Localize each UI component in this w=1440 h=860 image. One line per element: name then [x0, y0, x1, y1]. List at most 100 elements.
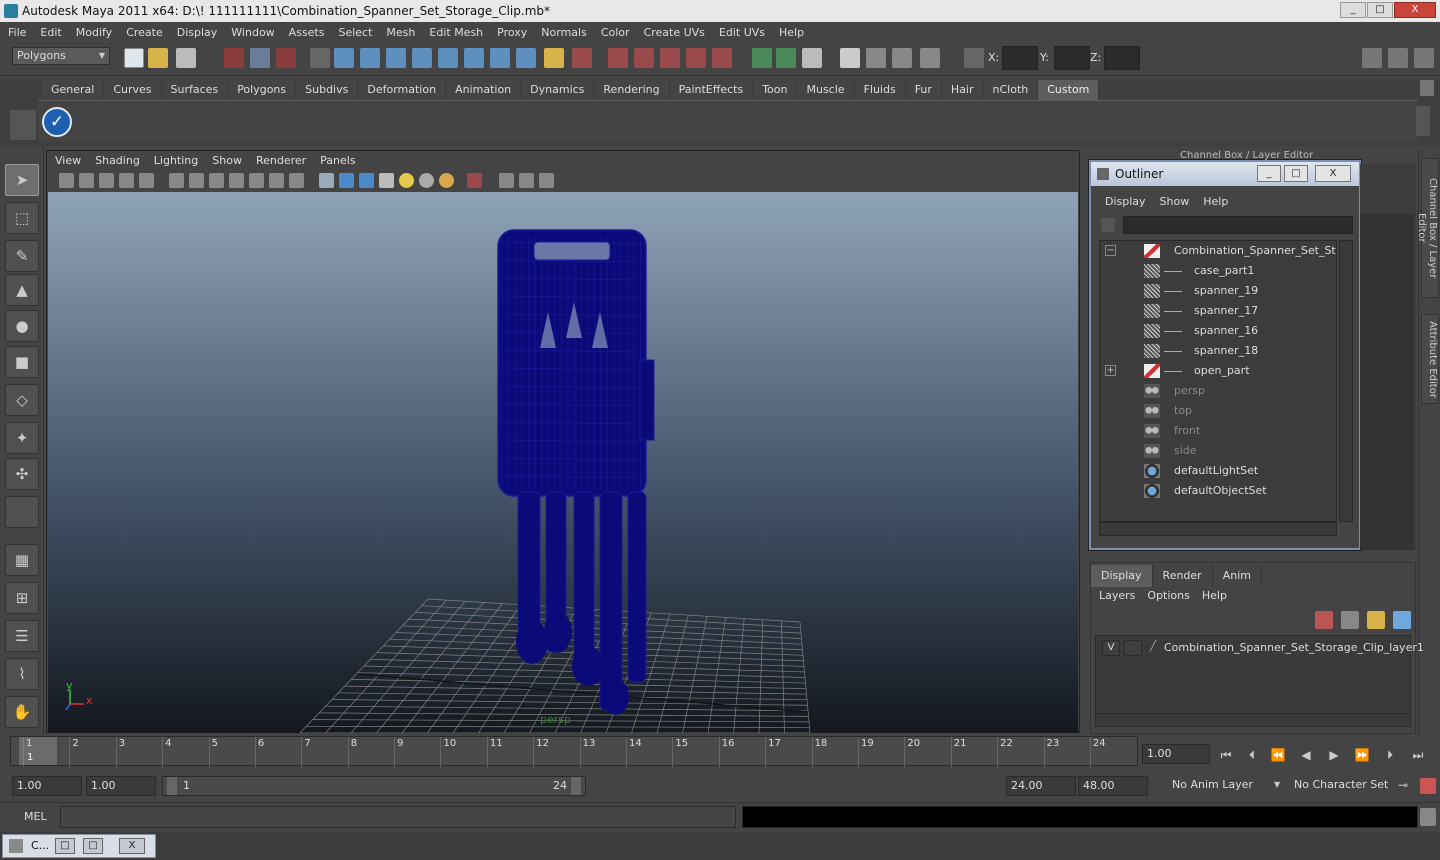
outliner-item[interactable]: side	[1100, 441, 1336, 461]
snap-point-icon[interactable]	[660, 48, 680, 68]
shelf-tab-deformation[interactable]: Deformation	[358, 80, 447, 100]
lock-selection-icon[interactable]	[544, 48, 564, 68]
safe-title-icon[interactable]	[289, 173, 304, 188]
mel-label[interactable]: MEL	[24, 810, 47, 823]
move-layer-down-icon[interactable]	[1341, 611, 1359, 629]
layer-playback-toggle[interactable]	[1124, 640, 1142, 656]
panel-menu-shading[interactable]: Shading	[95, 153, 140, 169]
perspective-viewport[interactable]: View Shading Lighting Show Renderer Pane…	[46, 150, 1080, 733]
scale-tool-icon[interactable]: ■	[5, 346, 39, 378]
pick-mask-icon[interactable]	[310, 48, 330, 68]
tab-attribute-editor[interactable]: Attribute Editor	[1421, 314, 1439, 404]
transform-mode-icon[interactable]	[964, 48, 984, 68]
step-forward-key-icon[interactable]: ⏩	[1352, 746, 1372, 764]
z-field[interactable]	[1104, 46, 1140, 70]
select-joints-icon[interactable]	[360, 48, 380, 68]
input-ops-icon[interactable]	[752, 48, 772, 68]
save-scene-icon[interactable]	[176, 48, 196, 68]
show-attribute-editor-icon[interactable]	[1362, 48, 1382, 68]
step-back-key-icon[interactable]: ⏪	[1268, 746, 1288, 764]
render-view-icon[interactable]	[840, 48, 860, 68]
scene-canvas[interactable]: x y persp	[48, 192, 1078, 733]
minimized-close-button[interactable]: X	[119, 838, 145, 854]
shelf-tab-painteffects[interactable]: PaintEffects	[669, 80, 754, 100]
wireframe-on-shaded-icon[interactable]	[359, 173, 374, 188]
menu-file[interactable]: File	[8, 26, 26, 39]
textured-icon[interactable]	[379, 173, 394, 188]
camera-select-icon[interactable]	[59, 173, 74, 188]
xray-icon[interactable]	[499, 173, 514, 188]
select-handles-icon[interactable]	[334, 48, 354, 68]
select-tool-icon[interactable]: ➤	[5, 164, 39, 196]
animation-end-field[interactable]: 48.00	[1078, 776, 1148, 796]
outliner-vertical-scrollbar[interactable]	[1339, 240, 1353, 522]
grid-toggle-icon[interactable]	[169, 173, 184, 188]
filter-icon[interactable]	[1101, 218, 1115, 232]
select-component-icon[interactable]	[276, 48, 296, 68]
menu-edit-uvs[interactable]: Edit UVs	[719, 26, 765, 39]
select-dynamics-icon[interactable]	[464, 48, 484, 68]
shelf-menu-icon[interactable]	[10, 110, 36, 140]
shelf-tab-curves[interactable]: Curves	[104, 80, 162, 100]
output-ops-icon[interactable]	[776, 48, 796, 68]
minimized-restore-button[interactable]: □	[55, 838, 75, 854]
menu-select[interactable]: Select	[338, 26, 372, 39]
shelf-tab-fur[interactable]: Fur	[905, 80, 942, 100]
manipulator-tool-icon[interactable]: ◇	[5, 384, 39, 416]
layer-row[interactable]: V ╱ Combination_Spanner_Set_Storage_Clip…	[1096, 638, 1424, 658]
four-pane-layout-icon[interactable]: ⊞	[5, 582, 39, 614]
isolate-select-icon[interactable]	[467, 173, 482, 188]
outliner-item[interactable]: spanner_17	[1100, 301, 1336, 321]
maximize-button[interactable]: □	[1367, 2, 1393, 18]
outliner-item[interactable]: defaultObjectSet	[1100, 481, 1336, 501]
range-end-handle[interactable]	[571, 777, 581, 795]
anim-layer-dropdown[interactable]: No Anim Layer	[1168, 776, 1270, 796]
outliner-item[interactable]: persp	[1100, 381, 1336, 401]
range-slider[interactable]: 1 24	[162, 776, 586, 796]
new-scene-icon[interactable]	[124, 48, 144, 68]
tab-channel-box[interactable]: Channel Box / Layer Editor	[1416, 158, 1439, 298]
spanner-set-wireframe-model[interactable]	[497, 229, 655, 715]
smooth-shade-icon[interactable]	[339, 173, 354, 188]
outliner-horizontal-scrollbar[interactable]	[1099, 522, 1337, 536]
script-editor-icon[interactable]	[1420, 808, 1436, 826]
minimize-button[interactable]: _	[1340, 2, 1366, 18]
menu-edit[interactable]: Edit	[40, 26, 61, 39]
layer-tab-display[interactable]: Display	[1091, 565, 1153, 587]
step-back-frame-icon[interactable]: ⏴	[1242, 746, 1262, 764]
outliner-item[interactable]: defaultLightSet	[1100, 461, 1336, 481]
layer-color-icon[interactable]: ╱	[1146, 640, 1160, 656]
auto-key-icon[interactable]	[1420, 778, 1436, 794]
menu-create-uvs[interactable]: Create UVs	[644, 26, 705, 39]
lasso-tool-icon[interactable]: ⬚	[5, 202, 39, 234]
last-tool-icon[interactable]	[5, 496, 39, 528]
rotate-tool-icon[interactable]: ●	[5, 310, 39, 342]
film-gate-icon[interactable]	[189, 173, 204, 188]
shelf-scroll-icon[interactable]	[1416, 106, 1430, 136]
menu-normals[interactable]: Normals	[541, 26, 587, 39]
minimized-maximize-button[interactable]: □	[83, 838, 103, 854]
make-live-icon[interactable]	[712, 48, 732, 68]
gate-mask-icon[interactable]	[229, 173, 244, 188]
shelf-tab-toon[interactable]: Toon	[753, 80, 798, 100]
outliner-menu-show[interactable]: Show	[1160, 195, 1190, 208]
shelf-tab-muscle[interactable]: Muscle	[797, 80, 855, 100]
single-pane-layout-icon[interactable]: ▦	[5, 544, 39, 576]
playback-start-field[interactable]: 1.00	[86, 776, 156, 796]
paint-select-tool-icon[interactable]: ✎	[5, 240, 39, 272]
shelf-tab-general[interactable]: General	[42, 80, 105, 100]
two-d-pan-icon[interactable]	[139, 173, 154, 188]
layer-menu-help[interactable]: Help	[1202, 589, 1227, 602]
outliner-item[interactable]: spanner_16	[1100, 321, 1336, 341]
select-misc-icon[interactable]	[516, 48, 536, 68]
menu-proxy[interactable]: Proxy	[497, 26, 527, 39]
minimized-window-tab[interactable]: C... □ □ X	[2, 834, 156, 858]
play-backwards-icon[interactable]: ◀	[1296, 746, 1316, 764]
outliner-layout-icon[interactable]: ☰	[5, 620, 39, 652]
current-frame-marker[interactable]	[19, 737, 57, 765]
shelf-tab-animation[interactable]: Animation	[446, 80, 522, 100]
panel-menu-view[interactable]: View	[55, 153, 81, 169]
outliner-item[interactable]: spanner_18	[1100, 341, 1336, 361]
outliner-item[interactable]: top	[1100, 401, 1336, 421]
panel-menu-show[interactable]: Show	[212, 153, 242, 169]
